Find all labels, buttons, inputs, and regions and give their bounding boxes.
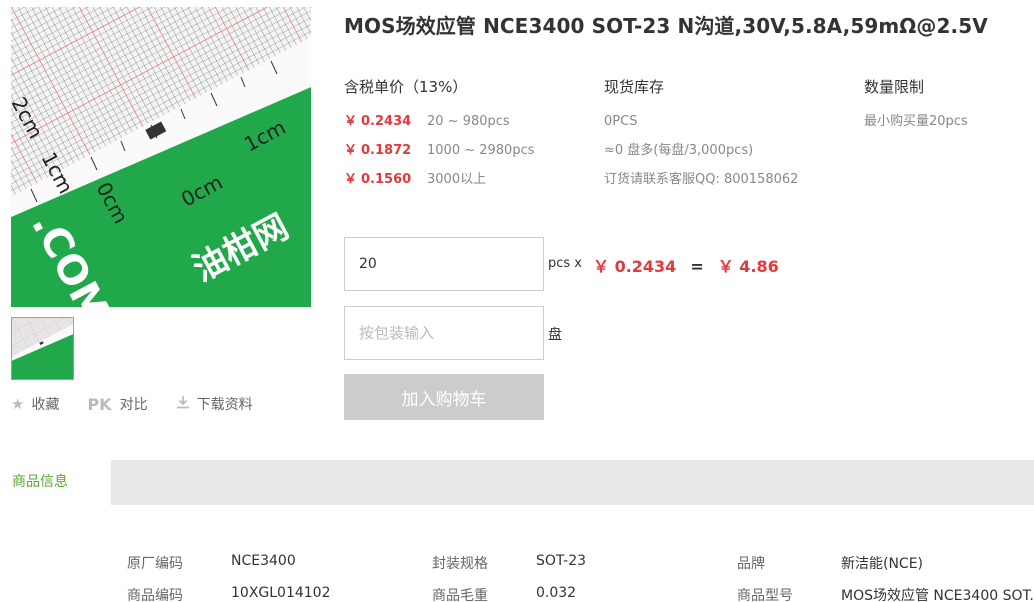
- product-photo: 1cm 0cm 0cm 1cm 2cm .COM 油柑网: [11, 7, 311, 307]
- info-key: 商品毛重: [432, 588, 488, 602]
- unit-price: ￥ 0.2434: [593, 257, 677, 276]
- download-button[interactable]: 下载资料: [176, 394, 253, 414]
- info-key: 商品编码: [127, 588, 183, 602]
- package-unit: 盘: [548, 327, 562, 343]
- info-key: 品牌: [737, 556, 765, 572]
- limit-column: 数量限制 最小购买量20pcs: [864, 76, 968, 136]
- info-value: 新洁能(NCE): [841, 556, 924, 572]
- info-row: 商品毛重 0.032: [432, 585, 576, 602]
- info-value: NCE3400: [231, 553, 296, 569]
- price-header: 含税单价（13%）: [344, 78, 468, 96]
- info-row: 商品型号 MOS场效应管 NCE3400 SOT...: [737, 585, 1034, 602]
- compare-label: 对比: [119, 397, 148, 413]
- stock-header: 现货库存: [604, 78, 665, 96]
- info-value: SOT-23: [536, 553, 587, 569]
- price-tier: ￥ 0.2434 20 ~ 980pcs: [344, 114, 510, 129]
- package-input[interactable]: [344, 306, 544, 360]
- thumbnail-photo: [12, 318, 73, 379]
- info-value: 10XGL014102: [231, 585, 331, 601]
- equals-sign: =: [690, 257, 704, 276]
- limit-header: 数量限制: [864, 78, 925, 96]
- tab-product-info[interactable]: 商品信息: [0, 460, 111, 505]
- info-row: 原厂编码 NCE3400: [127, 553, 296, 573]
- price-column: 含税单价（13%） ￥ 0.2434 20 ~ 980pcs ￥ 0.1872 10…: [344, 76, 535, 194]
- info-key: 原厂编码: [127, 556, 183, 572]
- download-label: 下载资料: [196, 397, 253, 413]
- total-price: ￥ 4.86: [717, 257, 779, 276]
- favorite-label: 收藏: [31, 397, 60, 413]
- tab-bar: 商品信息: [0, 460, 1034, 505]
- info-key: 封装规格: [432, 556, 488, 572]
- info-key: 商品型号: [737, 588, 793, 602]
- stock-line: 0PCS: [604, 114, 638, 129]
- price-tier: ￥ 0.1560 3000以上: [344, 172, 487, 187]
- thumbnail[interactable]: [11, 317, 74, 380]
- price-calc: ￥ 0.2434 = ￥ 4.86: [593, 253, 779, 277]
- stock-column: 现货库存 0PCS ≈0 盘多(每盘/3,000pcs) 订货请联系客服QQ: …: [604, 76, 798, 194]
- compare-button[interactable]: PK 对比: [87, 394, 147, 414]
- stock-line: ≈0 盘多(每盘/3,000pcs): [604, 143, 754, 158]
- product-image: 1cm 0cm 0cm 1cm 2cm .COM 油柑网: [11, 7, 311, 307]
- info-row: 品牌 新洁能(NCE): [737, 553, 923, 573]
- price-tier: ￥ 0.1872 1000 ~ 2980pcs: [344, 143, 535, 158]
- limit-line: 最小购买量20pcs: [864, 114, 968, 129]
- info-value: 0.032: [536, 585, 577, 601]
- info-value: MOS场效应管 NCE3400 SOT...: [841, 588, 1034, 602]
- product-title: MOS场效应管 NCE3400 SOT-23 N沟道,30V,5.8A,59mΩ…: [344, 14, 988, 38]
- quantity-input[interactable]: [344, 237, 544, 291]
- favorite-button[interactable]: ★ 收藏: [11, 394, 59, 414]
- product-actions: ★ 收藏 PK 对比 下载资料: [11, 394, 281, 414]
- unit-label: pcs x: [548, 256, 582, 271]
- pk-icon: PK: [87, 394, 112, 414]
- star-icon: ★: [11, 395, 25, 413]
- info-row: 封装规格 SOT-23: [432, 553, 586, 573]
- stock-line: 订货请联系客服QQ: 800158062: [604, 172, 799, 187]
- info-row: 商品编码 10XGL014102: [127, 585, 331, 602]
- add-to-cart-button[interactable]: 加入购物车: [344, 374, 544, 420]
- download-icon: [176, 395, 190, 413]
